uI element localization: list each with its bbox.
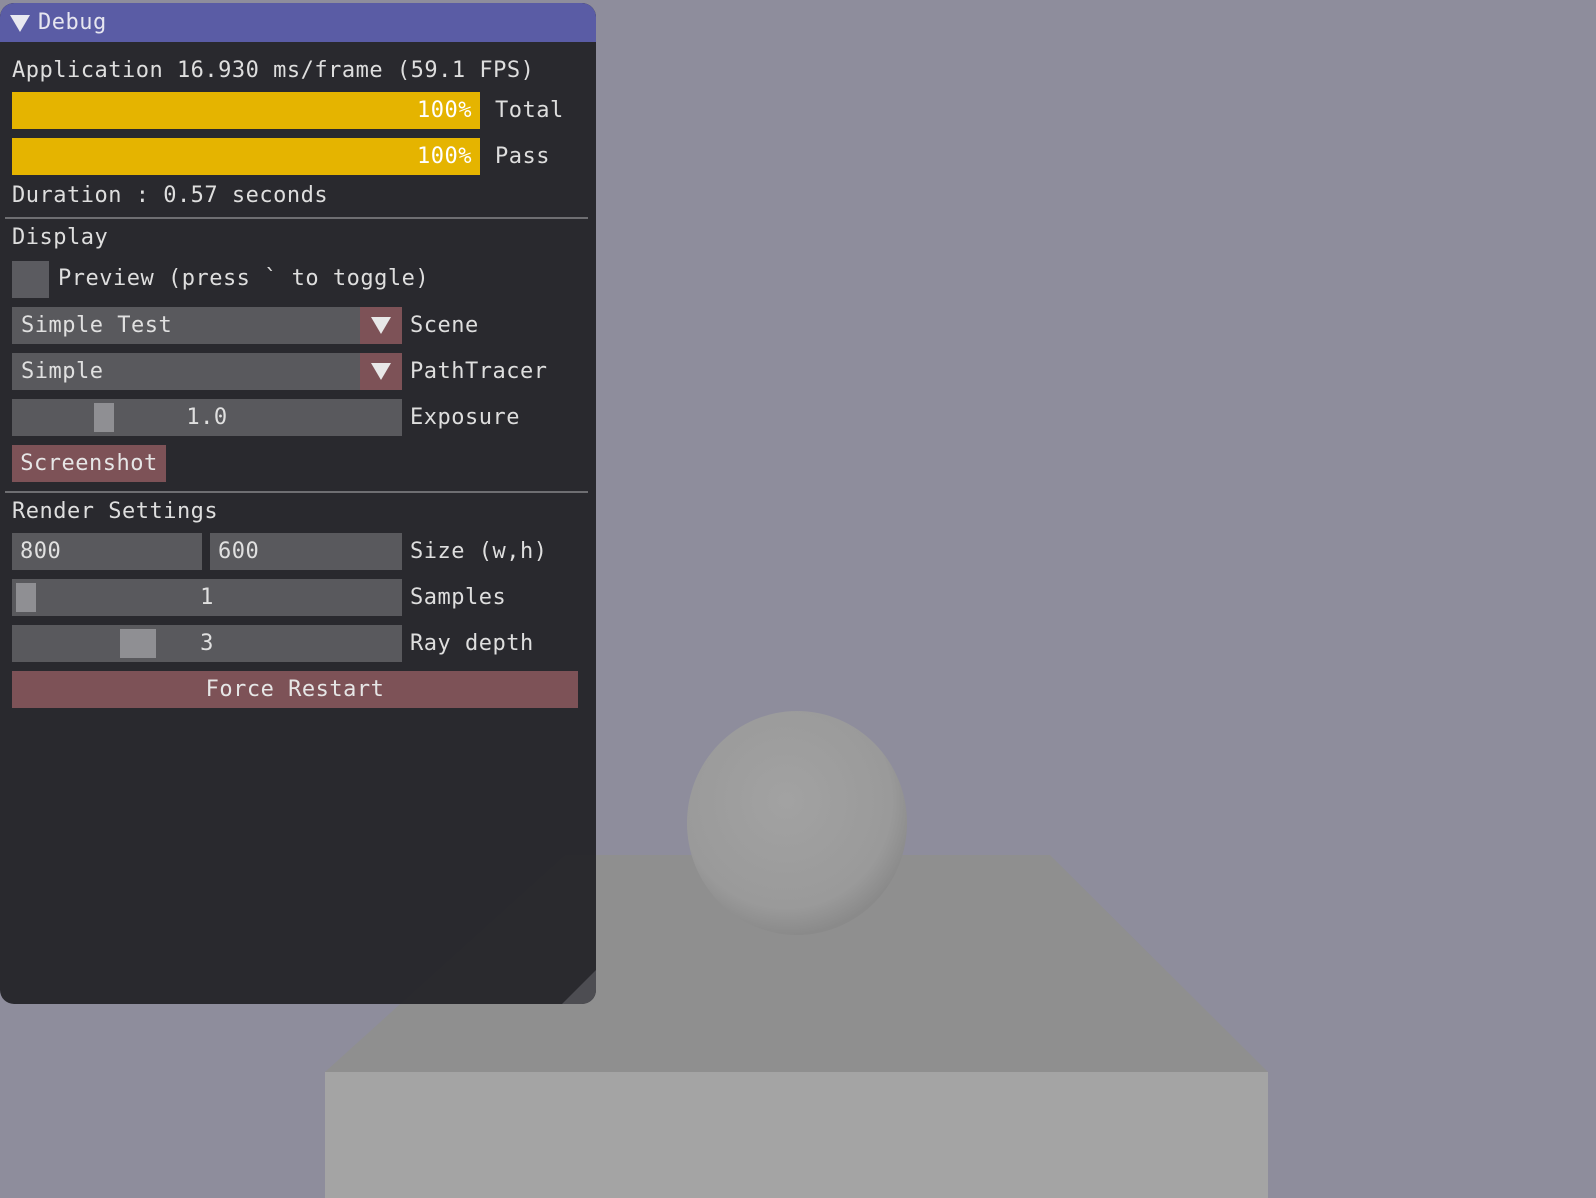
- box-front-face: [325, 1072, 1268, 1198]
- progress-bar-total: 100%: [12, 92, 480, 129]
- collapse-arrow-icon[interactable]: [10, 15, 30, 32]
- scene-dropdown[interactable]: Simple Test: [12, 307, 402, 344]
- pathtracer-dropdown-value: Simple: [21, 359, 104, 384]
- screenshot-button-label: Screenshot: [20, 451, 158, 476]
- scene-label: Scene: [410, 313, 479, 338]
- width-input[interactable]: 800: [12, 533, 202, 570]
- exposure-label: Exposure: [410, 405, 520, 430]
- separator: [5, 491, 588, 493]
- samples-slider[interactable]: 1: [12, 579, 402, 616]
- exposure-slider[interactable]: 1.0: [12, 399, 402, 436]
- resize-grip-icon[interactable]: [562, 970, 596, 1004]
- separator: [5, 217, 588, 219]
- progress-pass-percent: 100%: [417, 144, 472, 169]
- debug-window-titlebar[interactable]: Debug: [0, 3, 596, 42]
- pathtracer-label: PathTracer: [410, 359, 548, 384]
- chevron-down-icon: [371, 363, 391, 380]
- size-label: Size (w,h): [410, 539, 548, 564]
- preview-label: Preview (press ` to toggle): [58, 266, 430, 291]
- scene-dropdown-button[interactable]: [360, 307, 402, 344]
- ray-depth-value: 3: [200, 631, 214, 656]
- force-restart-button[interactable]: Force Restart: [12, 671, 578, 708]
- preview-checkbox[interactable]: [12, 261, 49, 298]
- height-input-value: 600: [218, 539, 260, 564]
- progress-bar-pass: 100%: [12, 138, 480, 175]
- debug-window[interactable]: Debug Application 16.930 ms/frame (59.1 …: [0, 3, 596, 1004]
- window-title: Debug: [38, 10, 107, 35]
- chevron-down-icon: [371, 317, 391, 334]
- application-stats: Application 16.930 ms/frame (59.1 FPS): [12, 58, 535, 83]
- render-settings-header: Render Settings: [12, 499, 219, 524]
- width-input-value: 800: [20, 539, 62, 564]
- force-restart-button-label: Force Restart: [205, 677, 385, 702]
- sphere: [687, 711, 907, 935]
- duration-text: Duration : 0.57 seconds: [12, 183, 329, 208]
- exposure-value: 1.0: [186, 405, 228, 430]
- display-header: Display: [12, 225, 109, 250]
- scene-dropdown-value: Simple Test: [21, 313, 173, 338]
- progress-total-label: Total: [495, 98, 564, 123]
- ray-depth-slider[interactable]: 3: [12, 625, 402, 662]
- samples-label: Samples: [410, 585, 507, 610]
- pathtracer-dropdown-button[interactable]: [360, 353, 402, 390]
- height-input[interactable]: 600: [210, 533, 402, 570]
- screenshot-button[interactable]: Screenshot: [12, 445, 166, 482]
- samples-value: 1: [200, 585, 214, 610]
- pathtracer-dropdown[interactable]: Simple: [12, 353, 402, 390]
- ray-depth-label: Ray depth: [410, 631, 534, 656]
- progress-pass-label: Pass: [495, 144, 550, 169]
- progress-total-percent: 100%: [417, 98, 472, 123]
